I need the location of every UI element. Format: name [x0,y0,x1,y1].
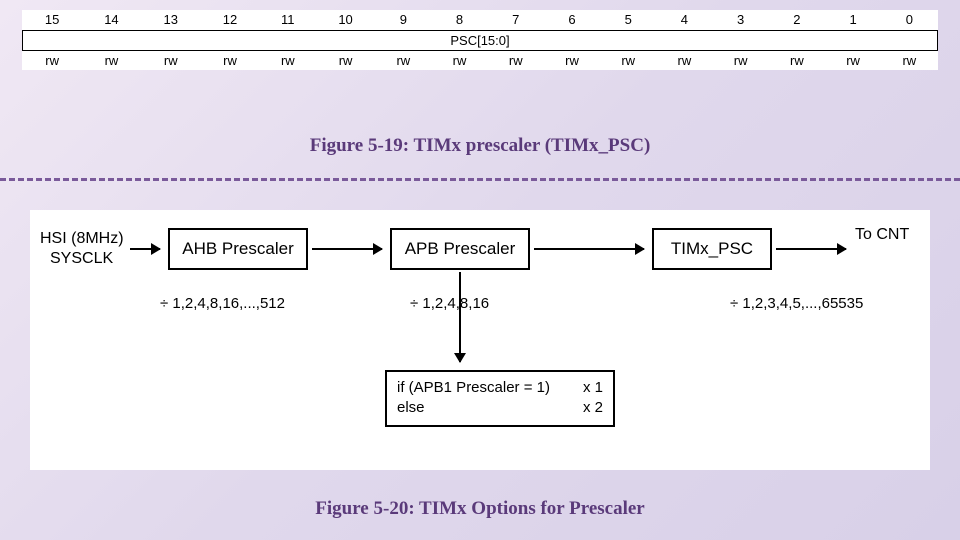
acc: rw [600,50,656,70]
bit: 3 [713,10,769,30]
acc: rw [544,50,600,70]
access-row: rw rw rw rw rw rw rw rw rw rw rw rw rw r… [23,50,938,70]
figure-caption-2: Figure 5-20: TIMx Options for Prescaler [0,498,960,520]
cond-line2a: else [397,398,425,418]
condition-box: if (APB1 Prescaler = 1) x 1 else x 2 [385,370,615,427]
arrow-icon [312,248,382,250]
ahb-prescaler-box: AHB Prescaler [168,228,308,270]
acc: rw [375,50,431,70]
register-table: 15 14 13 12 11 10 9 8 7 6 5 4 3 2 1 0 PS… [22,10,938,70]
bit: 9 [375,10,431,30]
bit: 6 [544,10,600,30]
arrow-icon [130,248,160,250]
figure-caption-1: Figure 5-19: TIMx prescaler (TIMx_PSC) [0,135,960,157]
acc: rw [141,50,200,70]
bit: 11 [260,10,316,30]
ahb-div-label: ÷ 1,2,4,8,16,...,512 [160,295,285,312]
acc: rw [431,50,487,70]
bit-row: 15 14 13 12 11 10 9 8 7 6 5 4 3 2 1 0 [23,10,938,30]
apb-prescaler-box: APB Prescaler [390,228,530,270]
acc: rw [881,50,937,70]
bit: 10 [316,10,375,30]
acc: rw [316,50,375,70]
bit: 14 [82,10,141,30]
bit: 1 [825,10,881,30]
acc: rw [200,50,259,70]
bit: 13 [141,10,200,30]
acc: rw [656,50,712,70]
prescaler-diagram: HSI (8MHz) SYSCLK AHB Prescaler APB Pres… [30,210,930,470]
arrow-down-icon [459,272,461,362]
section-divider [0,178,960,181]
field-row: PSC[15:0] [23,30,938,50]
acc: rw [769,50,825,70]
acc: rw [488,50,544,70]
arrow-icon [534,248,644,250]
acc: rw [825,50,881,70]
arrow-icon [776,248,846,250]
timx-psc-box: TIMx_PSC [652,228,772,270]
input-sysclk-label: SYSCLK [50,250,113,268]
to-cnt-label: To CNT [855,226,909,244]
bit: 8 [431,10,487,30]
cond-line2b: x 2 [583,398,603,418]
acc: rw [82,50,141,70]
psc-div-label: ÷ 1,2,3,4,5,...,65535 [730,295,863,312]
bit: 0 [881,10,937,30]
input-hsi-label: HSI (8MHz) [40,230,124,248]
bit: 5 [600,10,656,30]
cond-line1b: x 1 [583,378,603,398]
bit: 15 [23,10,82,30]
cond-line1a: if (APB1 Prescaler = 1) [397,378,550,398]
acc: rw [23,50,82,70]
bit: 12 [200,10,259,30]
acc: rw [713,50,769,70]
bit: 7 [488,10,544,30]
field-name: PSC[15:0] [23,30,938,50]
apb-div-label: ÷ 1,2,4,8,16 [410,295,489,312]
bit: 2 [769,10,825,30]
acc: rw [260,50,316,70]
bit: 4 [656,10,712,30]
